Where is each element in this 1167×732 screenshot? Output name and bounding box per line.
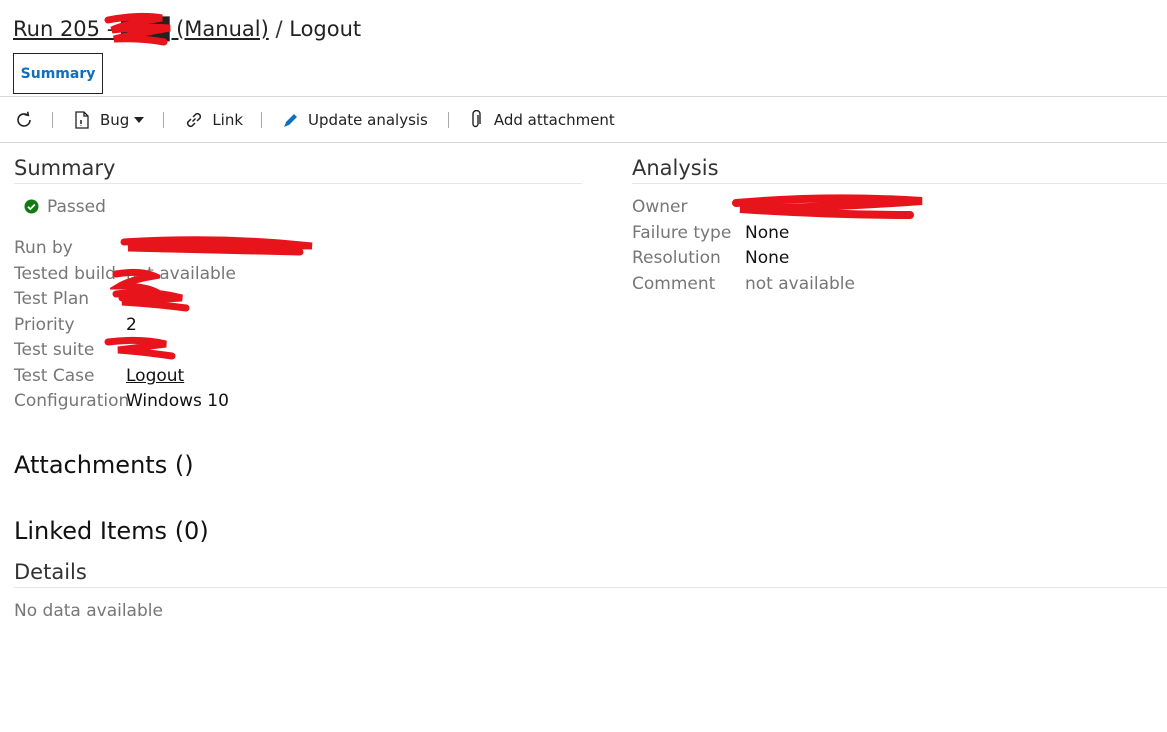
priority-label: Priority — [14, 315, 75, 335]
toolbar-separator — [163, 111, 165, 128]
test-suite-label: Test suite — [14, 340, 95, 360]
toolbar-separator — [261, 111, 263, 128]
tab-summary[interactable]: Summary — [13, 53, 103, 94]
breadcrumb: Run 205 - ███ (Manual) / Logout — [13, 17, 361, 41]
test-case-link[interactable]: Logout — [126, 366, 184, 386]
run-by-label: Run by — [14, 238, 73, 258]
update-analysis-button[interactable]: Update analysis — [282, 111, 428, 129]
toolbar-divider — [0, 142, 1167, 143]
link-button[interactable]: Link — [184, 110, 243, 130]
toolbar-separator — [52, 111, 53, 128]
add-attachment-label: Add attachment — [493, 110, 615, 129]
bug-dropdown-button[interactable]: Bug — [74, 111, 145, 129]
redaction-mark — [104, 336, 176, 360]
toolbar-separator — [447, 111, 449, 128]
priority-value: 2 — [126, 315, 137, 335]
comment-label: Comment — [632, 274, 716, 294]
paperclip-icon — [472, 109, 481, 127]
page-title: Logout — [289, 17, 362, 41]
chevron-down-icon — [134, 116, 145, 123]
configuration-value: Windows 10 — [126, 391, 229, 411]
redaction-mark — [120, 236, 313, 256]
bug-icon — [75, 110, 89, 129]
redaction-mark — [732, 194, 923, 219]
link-icon — [187, 112, 202, 127]
configuration-label: Configuration — [14, 391, 130, 411]
add-attachment-button[interactable]: Add attachment — [469, 109, 615, 130]
redaction-mark — [112, 289, 190, 312]
resolution-value: None — [745, 248, 790, 268]
summary-heading: Summary — [14, 156, 116, 180]
details-heading: Details — [14, 560, 87, 584]
pencil-icon — [284, 113, 298, 127]
failure-type-value: None — [745, 223, 790, 243]
tested-build-label: Tested build — [14, 264, 116, 284]
analysis-heading: Analysis — [632, 156, 719, 180]
details-underline — [14, 587, 1167, 588]
outcome-status: Passed — [47, 197, 106, 217]
refresh-button[interactable] — [14, 110, 34, 130]
link-label: Link — [212, 110, 244, 129]
comment-value: not available — [745, 274, 855, 294]
linked-items-heading: Linked Items (0) — [14, 517, 209, 545]
toolbar: Bug Link Update analysis Add attachment — [0, 98, 1167, 141]
breadcrumb-separator: / — [275, 17, 283, 41]
test-plan-label: Test Plan — [14, 289, 90, 309]
analysis-underline — [632, 183, 1167, 184]
refresh-icon — [17, 111, 31, 127]
failure-type-label: Failure type — [632, 223, 732, 243]
details-empty-text: No data available — [14, 601, 163, 621]
owner-label: Owner — [632, 197, 688, 217]
update-analysis-label: Update analysis — [308, 110, 428, 129]
redaction-mark — [104, 12, 171, 46]
bug-label: Bug — [100, 110, 130, 129]
test-case-label: Test Case — [14, 366, 95, 386]
header-divider — [0, 96, 1167, 97]
summary-underline — [14, 183, 582, 184]
passed-check-icon — [24, 199, 39, 214]
resolution-label: Resolution — [632, 248, 721, 268]
attachments-heading: Attachments () — [14, 451, 194, 479]
